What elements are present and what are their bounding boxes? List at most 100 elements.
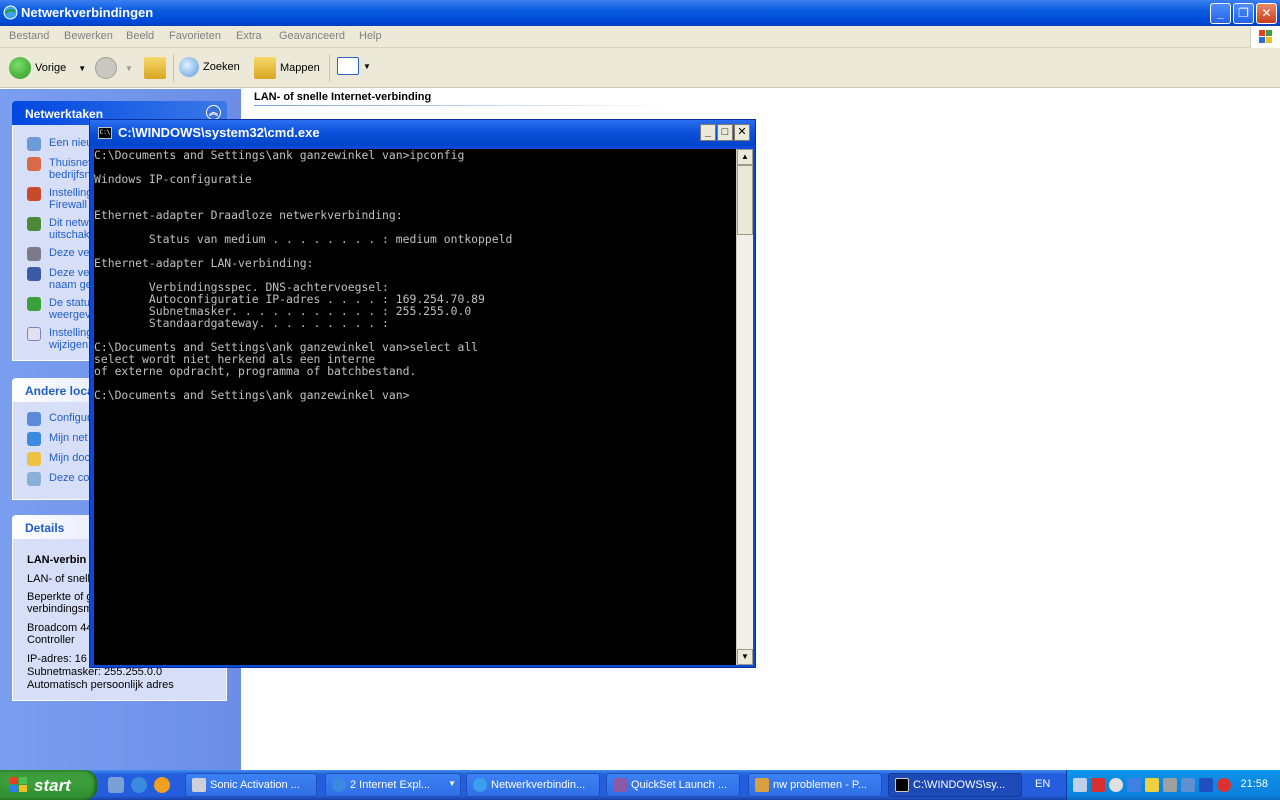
task-internet-explorer[interactable]: 2 Internet Expl... ▼: [325, 773, 461, 797]
clock: 21:58: [1240, 778, 1268, 790]
folders-button[interactable]: Mappen: [254, 57, 320, 79]
task-netwerkverbindingen[interactable]: Netwerkverbindin...: [466, 773, 600, 797]
task-label: weergev: [49, 309, 91, 321]
tray-icon[interactable]: [1163, 778, 1177, 792]
menu-item-extra[interactable]: Extra: [236, 30, 262, 42]
firewall-icon: [27, 187, 41, 201]
task-quickset[interactable]: QuickSet Launch ...: [606, 773, 740, 797]
task-label: 2 Internet Expl...: [350, 779, 431, 791]
scroll-up-icon[interactable]: ▲: [737, 149, 753, 165]
my-computer-icon: [27, 472, 41, 486]
document-icon: [755, 778, 769, 792]
task-label: Sonic Activation ...: [210, 779, 300, 791]
chevron-down-icon[interactable]: ▼: [78, 64, 86, 73]
details-line: Beperkte of g: [27, 591, 93, 603]
control-panel-icon: [27, 412, 41, 426]
wireless-tray-icon[interactable]: [1091, 778, 1105, 792]
views-button[interactable]: ▼: [337, 57, 371, 75]
search-button[interactable]: Zoeken: [179, 57, 240, 77]
task-nw-problemen[interactable]: nw problemen - P...: [748, 773, 882, 797]
windows-flag-icon: [10, 777, 27, 792]
place-label: Configur: [49, 412, 91, 424]
task-label: Firewall: [49, 199, 87, 211]
cmd-close-button[interactable]: ✕: [734, 124, 750, 141]
network-tray-icon[interactable]: [1073, 778, 1087, 792]
task-label: Instelling: [49, 187, 93, 199]
network-icon: [473, 778, 487, 792]
home-network-icon: [27, 157, 41, 171]
tray-icon[interactable]: [1145, 778, 1159, 792]
toolbar-divider: [329, 54, 330, 82]
rename-icon: [27, 267, 41, 281]
details-name: LAN-verbin: [27, 554, 87, 566]
show-desktop-icon[interactable]: [108, 777, 124, 793]
start-button[interactable]: start: [0, 770, 97, 800]
chevron-down-icon[interactable]: ▼: [363, 62, 371, 71]
status-icon: [27, 297, 41, 311]
task-label: C:\WINDOWS\sy...: [913, 779, 1006, 791]
menu-item-help[interactable]: Help: [359, 30, 382, 42]
task-label: uitschak: [49, 229, 90, 241]
start-label: start: [34, 776, 71, 795]
internet-explorer-icon[interactable]: [131, 777, 147, 793]
cmd-maximize-button[interactable]: □: [717, 124, 733, 141]
minimize-button[interactable]: _: [1210, 3, 1231, 24]
disable-network-icon: [27, 217, 41, 231]
task-label: Thuisnet: [49, 157, 92, 169]
menu-item-bewerken[interactable]: Bewerken: [64, 30, 113, 42]
up-folder-button[interactable]: [144, 57, 166, 79]
back-button[interactable]: Vorige ▼: [9, 57, 86, 79]
system-tray: 21:58: [1066, 770, 1280, 800]
place-label: Deze co: [49, 472, 90, 484]
task-sonic-activation[interactable]: Sonic Activation ...: [185, 773, 317, 797]
details-title: Details: [25, 521, 65, 535]
media-player-icon[interactable]: [154, 777, 170, 793]
security-tray-icon[interactable]: [1217, 778, 1231, 792]
restore-button[interactable]: ❐: [1233, 3, 1254, 24]
cmd-window[interactable]: C:\ C:\WINDOWS\system32\cmd.exe _ □ ✕ C:…: [89, 119, 756, 668]
cmd-title-bar[interactable]: C:\ C:\WINDOWS\system32\cmd.exe _ □ ✕: [90, 120, 755, 146]
search-icon: [179, 57, 199, 77]
task-cmd[interactable]: C:\WINDOWS\sy...: [888, 773, 1022, 797]
scroll-down-icon[interactable]: ▼: [737, 649, 753, 665]
language-indicator[interactable]: EN: [1035, 778, 1050, 790]
console-scrollbar[interactable]: ▲ ▼: [736, 149, 753, 665]
ie-icon: [332, 778, 346, 792]
heading-divider: [254, 105, 674, 106]
scroll-thumb[interactable]: [737, 165, 753, 235]
console-output[interactable]: C:\Documents and Settings\ank ganzewinke…: [94, 149, 736, 665]
explorer-title: Netwerkverbindingen: [21, 5, 154, 20]
chevron-down-icon[interactable]: ▼: [125, 64, 133, 73]
place-label: Mijn doc: [49, 452, 90, 464]
tray-icon[interactable]: [1199, 778, 1213, 792]
task-label: wijzigen: [49, 339, 89, 351]
explorer-title-bar[interactable]: Netwerkverbindingen _ ❐ ✕: [0, 0, 1280, 26]
chevron-down-icon: ▼: [448, 779, 456, 788]
menu-item-geavanceerd[interactable]: Geavanceerd: [279, 30, 345, 42]
new-connection-icon: [27, 137, 41, 151]
menu-item-beeld[interactable]: Beeld: [126, 30, 154, 42]
quickset-icon: [613, 778, 627, 792]
task-label: De statu: [49, 297, 90, 309]
close-button[interactable]: ✕: [1256, 3, 1277, 24]
search-label: Zoeken: [203, 61, 240, 73]
back-label: Vorige: [35, 62, 67, 74]
volume-tray-icon[interactable]: [1181, 778, 1195, 792]
task-label: QuickSet Launch ...: [631, 779, 727, 791]
menu-item-favorieten[interactable]: Favorieten: [169, 30, 221, 42]
place-label: Mijn net: [49, 432, 88, 444]
folders-icon: [254, 57, 276, 79]
task-label: Instelling: [49, 327, 93, 339]
cmd-minimize-button[interactable]: _: [700, 124, 716, 141]
forward-button[interactable]: ▼: [95, 57, 133, 79]
my-documents-icon: [27, 452, 41, 466]
task-label: Deze ve: [49, 267, 90, 279]
menu-item-bestand[interactable]: Bestand: [9, 30, 49, 42]
tray-icon[interactable]: [1109, 778, 1123, 792]
task-label: Dit netw: [49, 217, 89, 229]
folders-label: Mappen: [280, 62, 320, 74]
collapse-icon[interactable]: ︽: [206, 105, 221, 120]
network-connections-icon: [3, 5, 18, 20]
bluetooth-tray-icon[interactable]: [1127, 778, 1141, 792]
task-label: Deze ve: [49, 247, 90, 259]
